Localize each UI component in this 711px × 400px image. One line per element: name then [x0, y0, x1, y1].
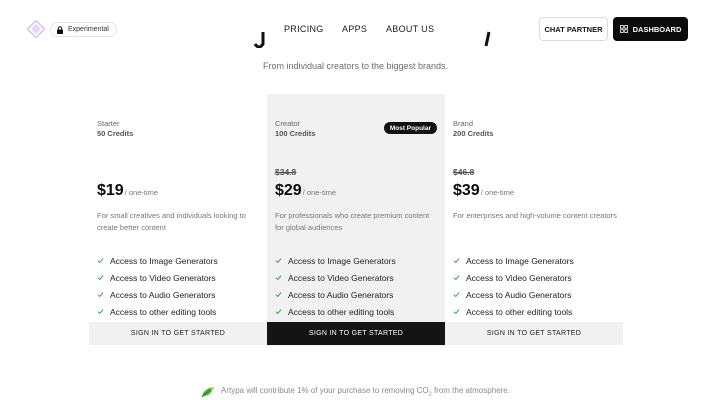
- plan-credits: 50 Credits: [97, 129, 134, 138]
- price-row: $39 / one-time: [453, 182, 514, 200]
- grid-icon: [619, 25, 628, 33]
- feature-item: Access to other editing tools: [275, 303, 396, 320]
- check-icon: [97, 275, 104, 281]
- experimental-badge: Experimental: [50, 22, 117, 37]
- check-icon: [453, 275, 460, 281]
- plan-name: Creator: [275, 119, 301, 128]
- check-icon: [453, 309, 460, 315]
- feature-item: Access to Audio Generators: [275, 286, 396, 303]
- dashboard-button[interactable]: DASHBOARD: [613, 17, 688, 41]
- check-icon: [453, 258, 460, 264]
- nav-pricing[interactable]: PRICING: [284, 24, 324, 34]
- check-icon: [97, 292, 104, 298]
- feature-item: Access to Video Generators: [453, 269, 574, 286]
- check-icon: [275, 292, 282, 298]
- feature-item: Access to Audio Generators: [97, 286, 218, 303]
- plan-description: For professionals who create premium con…: [275, 211, 430, 232]
- feature-item: Access to Image Generators: [453, 252, 574, 269]
- plan-price: $39: [453, 182, 480, 199]
- feature-item: Access to other editing tools: [453, 303, 574, 320]
- check-icon: [97, 258, 104, 264]
- feature-item: Access to Image Generators: [97, 252, 218, 269]
- header: Experimental PRICING APPS ABOUT US CHAT …: [0, 0, 711, 58]
- plan-description: For small creatives and individuals look…: [97, 211, 246, 232]
- old-price: $34.8: [275, 167, 297, 177]
- price-row: $29 / one-time: [275, 182, 336, 200]
- price-period: / one-time: [124, 188, 159, 197]
- price-row: $19 / one-time: [97, 182, 158, 200]
- page-subtitle: From individual creators to the biggest …: [262, 61, 449, 71]
- plan-price: $29: [275, 182, 302, 199]
- plan-credits: 200 Credits: [453, 129, 494, 138]
- old-price: $46.8: [453, 167, 475, 177]
- nav-about-us[interactable]: ABOUT US: [386, 24, 434, 34]
- most-popular-badge: Most Popular: [383, 122, 437, 134]
- plan-description: For enterprises and high-volume content …: [453, 211, 617, 220]
- footer-text: Artypa will contribute 1% of your purcha…: [221, 386, 510, 398]
- logo-icon[interactable]: [27, 20, 45, 38]
- plan-card-brand: Brand 200 Credits $46.8 $39 / one-time F…: [445, 94, 623, 346]
- plan-name: Brand: [453, 119, 474, 128]
- sign-in-button-starter[interactable]: SIGN IN TO GET STARTED: [89, 322, 267, 345]
- feature-list: Access to Image Generators Access to Vid…: [275, 252, 396, 320]
- plan-credits: 100 Credits: [275, 129, 316, 138]
- plan-price: $19: [97, 182, 124, 199]
- nav-apps[interactable]: APPS: [342, 24, 367, 34]
- feature-list: Access to Image Generators Access to Vid…: [453, 252, 574, 320]
- sign-in-button-brand[interactable]: SIGN IN TO GET STARTED: [445, 322, 623, 345]
- check-icon: [97, 309, 104, 315]
- chat-partner-button[interactable]: CHAT PARTNER: [539, 17, 608, 41]
- check-icon: [275, 275, 282, 281]
- feature-item: Access to Audio Generators: [453, 286, 574, 303]
- dashboard-label: DASHBOARD: [632, 24, 682, 34]
- plan-card-starter: Starter 50 Credits $19 / one-time For sm…: [89, 94, 267, 346]
- check-icon: [275, 258, 282, 264]
- plan-name: Starter: [97, 119, 120, 128]
- footer-note: Artypa will contribute 1% of your purcha…: [0, 386, 711, 398]
- plan-card-creator: Creator 100 Credits Most Popular $34.8 $…: [267, 94, 445, 346]
- feature-item: Access to Video Generators: [97, 269, 218, 286]
- feature-item: Access to Video Generators: [275, 269, 396, 286]
- check-icon: [453, 292, 460, 298]
- sign-in-button-creator[interactable]: SIGN IN TO GET STARTED: [267, 322, 445, 345]
- price-period: / one-time: [480, 188, 515, 197]
- check-icon: [275, 309, 282, 315]
- experimental-label: Experimental: [68, 26, 109, 33]
- feature-item: Access to Image Generators: [275, 252, 396, 269]
- feature-item: Access to other editing tools: [97, 303, 218, 320]
- leaf-icon: [201, 386, 215, 398]
- lock-icon: [57, 25, 63, 34]
- feature-list: Access to Image Generators Access to Vid…: [97, 252, 218, 320]
- price-period: / one-time: [302, 188, 337, 197]
- chat-partner-label: CHAT PARTNER: [544, 24, 603, 34]
